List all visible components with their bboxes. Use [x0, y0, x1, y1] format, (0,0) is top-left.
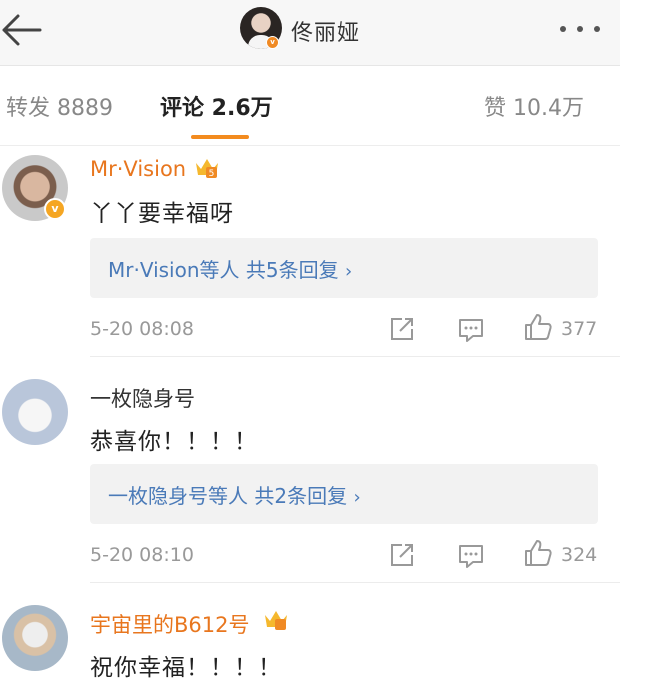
- share-icon[interactable]: [389, 316, 415, 342]
- comment-text: 恭喜你！！！！: [90, 429, 258, 455]
- chevron-right-icon: ›: [353, 487, 361, 508]
- chevron-right-icon: ›: [344, 261, 353, 282]
- avatar[interactable]: [2, 379, 68, 445]
- avatar[interactable]: [2, 605, 68, 671]
- comment-item: v Mr·Vision 5 丫丫要幸福呀 Mr·Vision等人 共5条回复 ›…: [0, 146, 620, 358]
- comment-icon[interactable]: [457, 317, 485, 343]
- like-count: 377: [561, 318, 598, 340]
- reply-summary[interactable]: 一枚隐身号等人 共2条回复 ›: [90, 464, 598, 524]
- reply-count: 共2条回复: [254, 484, 348, 508]
- verified-badge-icon: v: [44, 198, 66, 220]
- comment-item: 宇宙里的B612号 祝你幸福！！！！: [0, 598, 620, 691]
- active-tab-indicator: [191, 135, 249, 139]
- tab-likes[interactable]: 赞 10.4万: [484, 90, 584, 122]
- comment-icon[interactable]: [457, 543, 485, 569]
- reply-link[interactable]: Mr·Vision等人 共5条回复 ›: [108, 254, 352, 283]
- back-arrow-icon: [2, 14, 42, 46]
- reply-prefix: Mr·Vision等人: [108, 258, 240, 282]
- svg-text:5: 5: [209, 169, 215, 179]
- tab-bar: 转发 8889 评论 2.6万 赞 10.4万: [0, 66, 620, 146]
- comment-time: 5-20 08:08: [90, 318, 194, 340]
- divider: [90, 582, 620, 583]
- crown-icon: [265, 611, 287, 630]
- comment-username[interactable]: 宇宙里的B612号: [90, 609, 250, 639]
- reply-link[interactable]: 一枚隐身号等人 共2条回复 ›: [108, 480, 361, 509]
- like-icon[interactable]: [523, 538, 553, 568]
- like-count: 324: [561, 544, 598, 566]
- tab-repost[interactable]: 转发 8889: [6, 90, 113, 122]
- more-button[interactable]: [556, 18, 604, 40]
- like-icon[interactable]: [523, 312, 553, 342]
- reply-prefix: 一枚隐身号等人: [108, 484, 248, 508]
- author-name[interactable]: 佟丽娅: [291, 15, 360, 47]
- top-bar: v 佟丽娅: [0, 0, 620, 66]
- comment-item: 一枚隐身号 恭喜你！！！！ 一枚隐身号等人 共2条回复 › 5-20 08:10…: [0, 372, 620, 584]
- crown-icon: 5: [196, 159, 218, 179]
- comment-text: 祝你幸福！！！！: [90, 655, 282, 681]
- comment-username[interactable]: Mr·Vision: [90, 157, 186, 181]
- reply-summary[interactable]: Mr·Vision等人 共5条回复 ›: [90, 238, 598, 298]
- comment-time: 5-20 08:10: [90, 544, 194, 566]
- back-button[interactable]: [0, 10, 46, 50]
- divider: [90, 356, 620, 357]
- tab-comments[interactable]: 评论 2.6万: [160, 90, 273, 122]
- reply-count: 共5条回复: [245, 258, 339, 282]
- share-icon[interactable]: [389, 542, 415, 568]
- comment-text: 丫丫要幸福呀: [90, 201, 234, 227]
- comment-username[interactable]: 一枚隐身号: [90, 383, 195, 413]
- verified-badge-icon: v: [266, 36, 279, 49]
